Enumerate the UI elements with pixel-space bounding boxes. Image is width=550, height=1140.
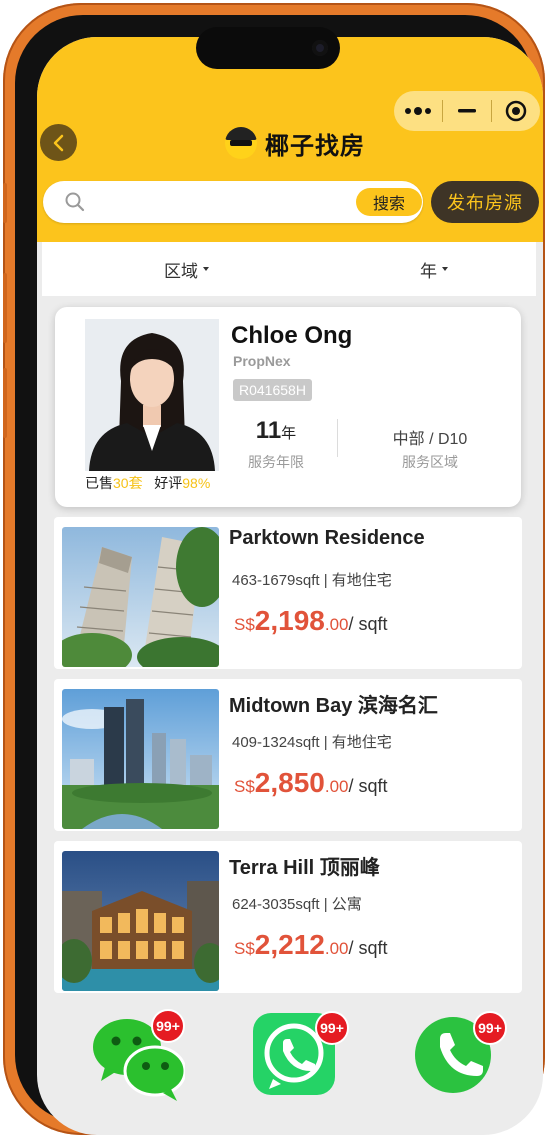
agent-stats: 已售30套 好评98% (85, 473, 210, 493)
dynamic-island (196, 27, 340, 69)
service-years-unit: 年 (281, 425, 297, 442)
price-decimal: .00 (324, 777, 349, 796)
search-bar: 搜索 (43, 181, 423, 223)
minimize-button[interactable] (443, 91, 491, 131)
filter-region[interactable]: 区域 (164, 242, 209, 296)
listing-name: Midtown Bay 滨海名汇 (229, 695, 438, 717)
camera-icon (312, 40, 328, 56)
listing-thumbnail (62, 689, 219, 829)
listing-name: Parktown Residence (229, 527, 425, 549)
price-integer: 2,850 (254, 767, 325, 798)
phone-frame: 椰子找房 搜索 发布房源 区域 年 已售30套 好评98% Chloe Ong … (3, 3, 545, 1135)
miniprogram-capsule (394, 91, 540, 131)
listing-name: Terra Hill 顶丽峰 (229, 857, 380, 879)
search-button[interactable]: 搜索 (356, 188, 422, 216)
rating-value: 98% (182, 475, 211, 491)
unread-badge: 99+ (473, 1011, 507, 1045)
listing-spec: 624-3035sqft | 公寓 (232, 896, 362, 913)
rating-label: 好评 (154, 475, 183, 491)
service-area-label: 服务区域 (402, 454, 458, 470)
price-currency: S$ (234, 777, 255, 796)
filter-bar: 区域 年 (42, 242, 536, 296)
app-title: 椰子找房 (265, 132, 365, 160)
price-decimal: .00 (324, 615, 349, 634)
filter-region-label: 区域 (164, 261, 198, 281)
wechat-contact-button[interactable]: 99+ (89, 1009, 187, 1105)
listing-spec: 463-1679sqft | 有地住宅 (232, 572, 392, 589)
volume-down-button (3, 368, 7, 438)
listing-price: S$2,198.00/ sqft (234, 605, 388, 637)
agent-photo (85, 319, 219, 471)
filter-year-label: 年 (420, 261, 437, 281)
listing-price: S$2,850.00/ sqft (234, 767, 388, 799)
volume-up-button (3, 273, 7, 343)
search-input[interactable] (98, 187, 352, 219)
unread-badge: 99+ (151, 1009, 185, 1043)
service-years: 11年 (231, 417, 321, 445)
whatsapp-contact-button[interactable]: 99+ (251, 1009, 349, 1105)
publish-listing-button[interactable]: 发布房源 (431, 181, 539, 223)
listing-price: S$2,212.00/ sqft (234, 929, 388, 961)
service-years-value: 11 (255, 417, 282, 444)
service-years-label: 服务年限 (248, 454, 304, 470)
price-unit: / sqft (348, 776, 388, 796)
back-button[interactable] (40, 124, 77, 161)
listing-thumbnail (62, 851, 219, 991)
price-integer: 2,212 (254, 929, 325, 960)
agent-company: PropNex (233, 353, 291, 369)
phone-bezel: 椰子找房 搜索 发布房源 区域 年 已售30套 好评98% Chloe Ong … (15, 15, 543, 1135)
agent-license-badge: R041658H (233, 379, 312, 401)
listing-card[interactable]: Parktown Residence 463-1679sqft | 有地住宅 S… (54, 517, 522, 669)
listing-spec: 409-1324sqft | 有地住宅 (232, 734, 392, 751)
more-dots-icon (405, 107, 431, 115)
search-icon (65, 192, 85, 212)
price-currency: S$ (234, 615, 255, 634)
mute-switch (3, 183, 7, 223)
chevron-left-icon (53, 134, 63, 151)
app-title-bar: 椰子找房 (225, 125, 365, 161)
price-unit: / sqft (348, 614, 388, 634)
target-icon (505, 100, 527, 122)
agent-name: Chloe Ong (231, 322, 353, 349)
coconut-logo-icon (225, 127, 257, 159)
price-currency: S$ (234, 939, 255, 958)
unread-badge: 99+ (315, 1011, 349, 1045)
price-integer: 2,198 (254, 605, 325, 636)
sold-label: 已售 (85, 475, 113, 491)
caret-down-icon (203, 267, 209, 271)
minus-icon (458, 109, 476, 113)
stats-divider (337, 419, 338, 457)
listing-thumbnail (62, 527, 219, 667)
screen: 椰子找房 搜索 发布房源 区域 年 已售30套 好评98% Chloe Ong … (37, 37, 543, 1135)
price-unit: / sqft (348, 938, 388, 958)
price-decimal: .00 (324, 939, 349, 958)
phone-contact-button[interactable]: 99+ (413, 1009, 509, 1105)
more-button[interactable] (394, 91, 442, 131)
close-miniprogram-button[interactable] (492, 91, 540, 131)
agent-card[interactable]: 已售30套 好评98% Chloe Ong PropNex R041658H 1… (55, 307, 521, 507)
sold-count: 30套 (113, 475, 143, 491)
filter-year[interactable]: 年 (420, 242, 448, 296)
listing-card[interactable]: Terra Hill 顶丽峰 624-3035sqft | 公寓 S$2,212… (54, 841, 522, 993)
listing-card[interactable]: Midtown Bay 滨海名汇 409-1324sqft | 有地住宅 S$2… (54, 679, 522, 831)
service-area-value: 中部 / D10 (392, 431, 468, 448)
caret-down-icon (442, 267, 448, 271)
